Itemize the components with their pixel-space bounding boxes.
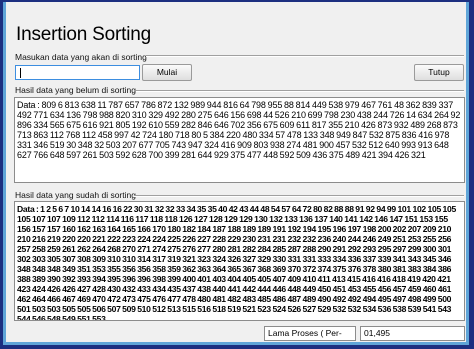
close-button[interactable]: Tutup — [414, 64, 464, 81]
unsorted-section-separator — [136, 90, 464, 92]
sorted-data-text: Data : 1 2 5 6 7 10 14 14 16 16 22 30 31… — [17, 204, 456, 321]
process-time-value: 01,495 — [360, 326, 465, 341]
sorted-section-separator — [134, 195, 464, 197]
process-time-label: Lama Proses ( Per-Detik) — [264, 326, 356, 341]
unsorted-data-text: Data : 809 6 813 638 11 787 657 786 872 … — [17, 100, 461, 160]
app-window: Insertion Sorting Masukan data yang akan… — [3, 2, 469, 345]
data-input[interactable] — [15, 65, 140, 80]
input-section-separator — [146, 55, 464, 57]
text-caret — [20, 68, 21, 78]
input-section-label: Masukan data yang akan di sorting — [15, 52, 147, 62]
sorted-section-label: Hasil data yang sudah di sorting — [15, 190, 136, 200]
unsorted-data-textbox[interactable]: Data : 809 6 813 638 11 787 657 786 872 … — [14, 97, 465, 183]
unsorted-section-label: Hasil data yang belum di sorting — [15, 85, 136, 95]
sorted-data-textbox[interactable]: Data : 1 2 5 6 7 10 14 14 16 16 22 30 31… — [14, 201, 465, 321]
start-button[interactable]: Mulai — [142, 64, 192, 81]
page-title: Insertion Sorting — [16, 24, 151, 45]
